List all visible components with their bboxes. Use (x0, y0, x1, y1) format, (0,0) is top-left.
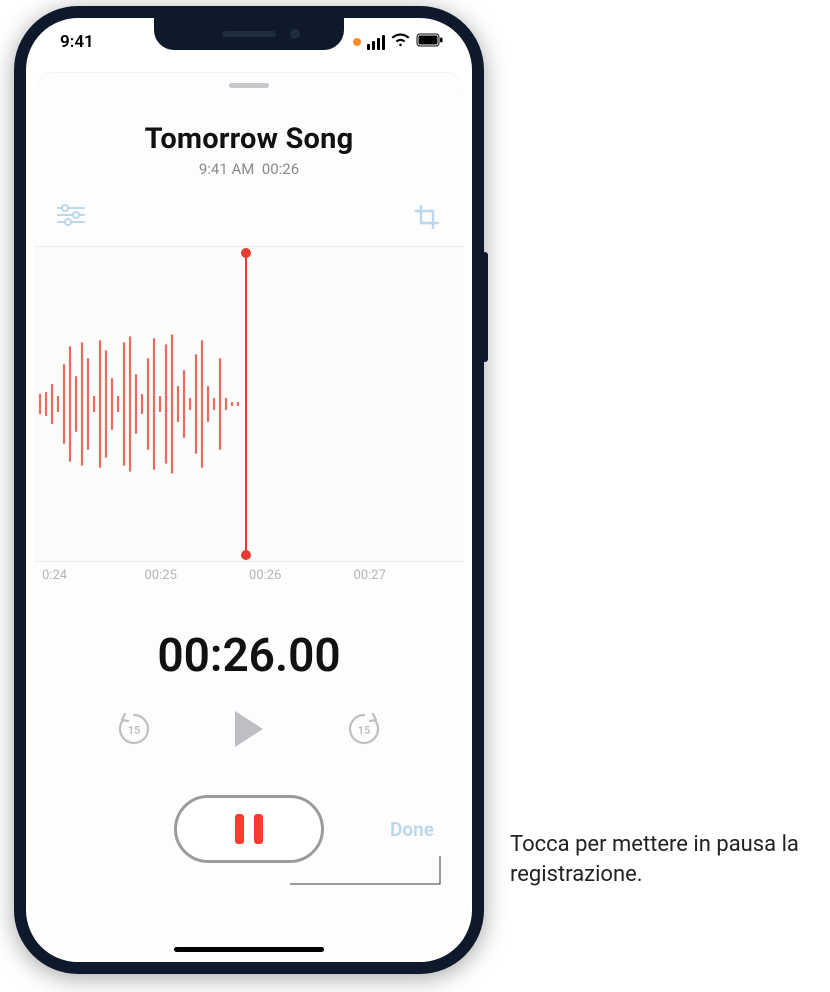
playhead[interactable] (245, 253, 247, 555)
svg-text:15: 15 (358, 724, 371, 737)
wifi-icon (391, 32, 410, 52)
callout-text: Tocca per mettere in pausa la registrazi… (510, 830, 820, 889)
transport-controls: 15 15 (34, 709, 464, 753)
status-time: 9:41 (60, 32, 94, 52)
phone-screen: 9:41 Tomorrow Song 9:41 AM 00:26 (26, 18, 472, 962)
pause-icon (254, 814, 263, 844)
recording-title[interactable]: Tomorrow Song (34, 122, 464, 156)
trim-crop-icon[interactable] (414, 204, 442, 236)
time-axis: 0:24 00:25 00:26 00:27 (34, 562, 464, 583)
axis-tick: 00:25 (145, 568, 250, 583)
power-button (482, 252, 488, 362)
rewind-15-icon[interactable]: 15 (115, 710, 153, 752)
recording-indicator-icon (353, 38, 361, 46)
pause-icon (235, 814, 244, 844)
settings-sliders-icon[interactable] (56, 204, 86, 236)
recording-time-of-day: 9:41 AM (199, 160, 255, 178)
recording-subtitle: 9:41 AM 00:26 (34, 160, 464, 178)
recording-duration: 00:26 (262, 160, 299, 178)
axis-tick: 0:24 (40, 568, 145, 583)
waveform-area[interactable] (34, 246, 464, 562)
play-icon[interactable] (231, 709, 267, 753)
done-button[interactable]: Done (390, 818, 434, 841)
notch (154, 18, 344, 50)
battery-icon (416, 32, 444, 52)
forward-15-icon[interactable]: 15 (345, 710, 383, 752)
phone-frame: 9:41 Tomorrow Song 9:41 AM 00:26 (14, 6, 484, 974)
axis-tick: 00:27 (354, 568, 459, 583)
axis-tick: 00:26 (249, 568, 354, 583)
home-indicator[interactable] (174, 947, 324, 952)
pause-recording-button[interactable] (174, 795, 324, 863)
sheet-grabber[interactable] (229, 83, 269, 88)
svg-text:15: 15 (128, 724, 141, 737)
waveform (34, 247, 464, 561)
elapsed-timer: 00:26.00 (34, 629, 464, 683)
cellular-icon (367, 35, 385, 50)
status-icons (353, 32, 444, 52)
recording-sheet: Tomorrow Song 9:41 AM 00:26 (34, 72, 464, 962)
